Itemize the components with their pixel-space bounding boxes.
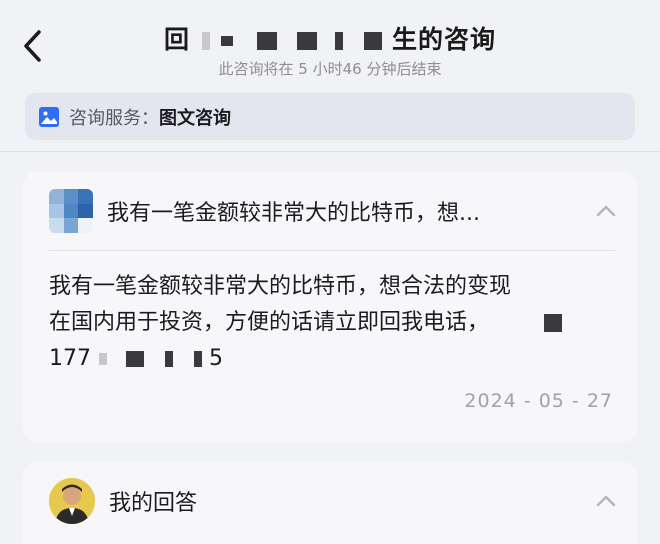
answer-title: 我的回答	[109, 491, 198, 516]
question-card-header[interactable]: 我有一笔金额较非常大的比特币，想...	[23, 172, 637, 250]
service-label: 咨询服务：	[69, 107, 159, 129]
chevron-up-icon	[596, 205, 616, 217]
asker-avatar	[49, 189, 93, 233]
service-value: 图文咨询	[159, 107, 231, 129]
question-body: 我有一笔金额较非常大的比特币，想合法的变现 在国内用于投资，方便的话请立即回我电…	[49, 269, 609, 377]
chevron-up-icon	[596, 495, 616, 507]
question-line-1: 我有一笔金额较非常大的比特币，想合法的变现	[49, 274, 512, 299]
question-card: 我有一笔金额较非常大的比特币，想... 我有一笔金额较非常大的比特币，想合法的变…	[23, 172, 637, 442]
phone-suffix: 5	[209, 346, 223, 371]
answer-card: 我的回答	[23, 462, 637, 544]
question-line-2: 在国内用于投资，方便的话请立即回我电话，	[49, 305, 609, 341]
doctor-avatar	[49, 478, 95, 524]
phone-prefix: 177	[49, 346, 91, 371]
question-title: 我有一笔金额较非常大的比特币，想...	[107, 201, 480, 226]
collapse-answer-button[interactable]	[593, 488, 619, 514]
answer-card-header[interactable]: 我的回答	[23, 462, 637, 540]
collapse-question-button[interactable]	[593, 198, 619, 224]
page-title: 回 生的咨询	[0, 20, 660, 56]
card-divider	[49, 250, 615, 251]
title-suffix: 生的咨询	[392, 25, 497, 54]
title-prefix: 回	[163, 25, 190, 54]
redacted-block	[544, 314, 563, 332]
image-icon	[39, 106, 59, 127]
question-line-3: 177 5	[49, 341, 609, 377]
service-type-bar: 咨询服务： 图文咨询	[25, 93, 635, 140]
redacted-phone	[99, 353, 107, 365]
question-date: 2024 - 05 - 27	[464, 390, 613, 412]
redacted-name	[200, 25, 383, 54]
header: 回 生的咨询 此咨询将在 5 小时46 分钟后结束 咨询服务： 图文咨询	[0, 0, 660, 152]
countdown-text: 此咨询将在 5 小时46 分钟后结束	[218, 60, 442, 78]
